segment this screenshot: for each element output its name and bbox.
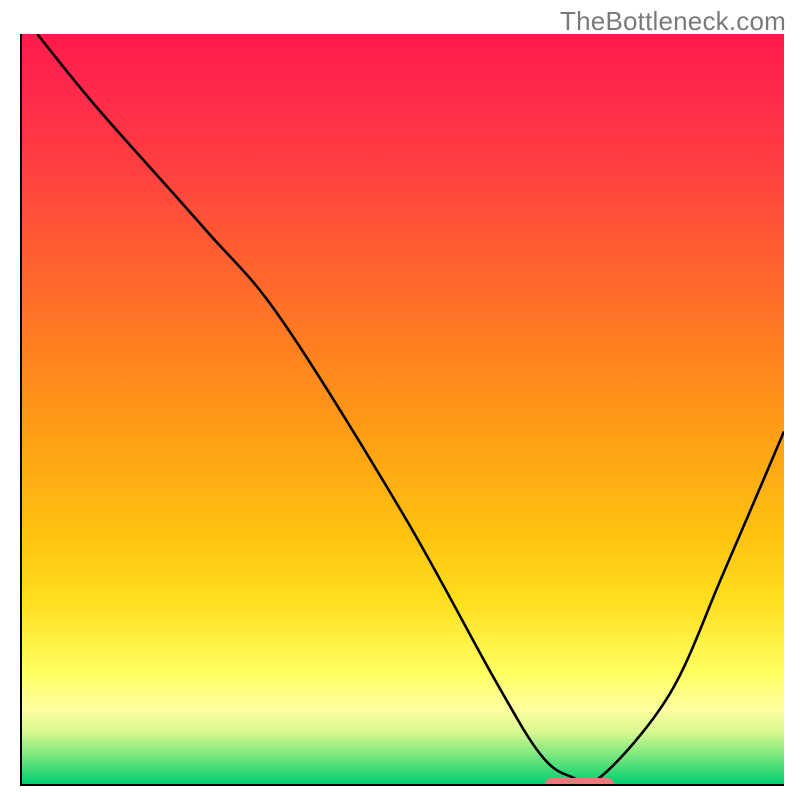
bottleneck-curve-line xyxy=(37,34,784,784)
plot-area xyxy=(20,34,784,786)
curve-svg xyxy=(22,34,784,784)
optimal-range-marker xyxy=(545,778,614,786)
watermark-text: TheBottleneck.com xyxy=(560,6,786,37)
bottleneck-chart: TheBottleneck.com xyxy=(0,0,800,800)
